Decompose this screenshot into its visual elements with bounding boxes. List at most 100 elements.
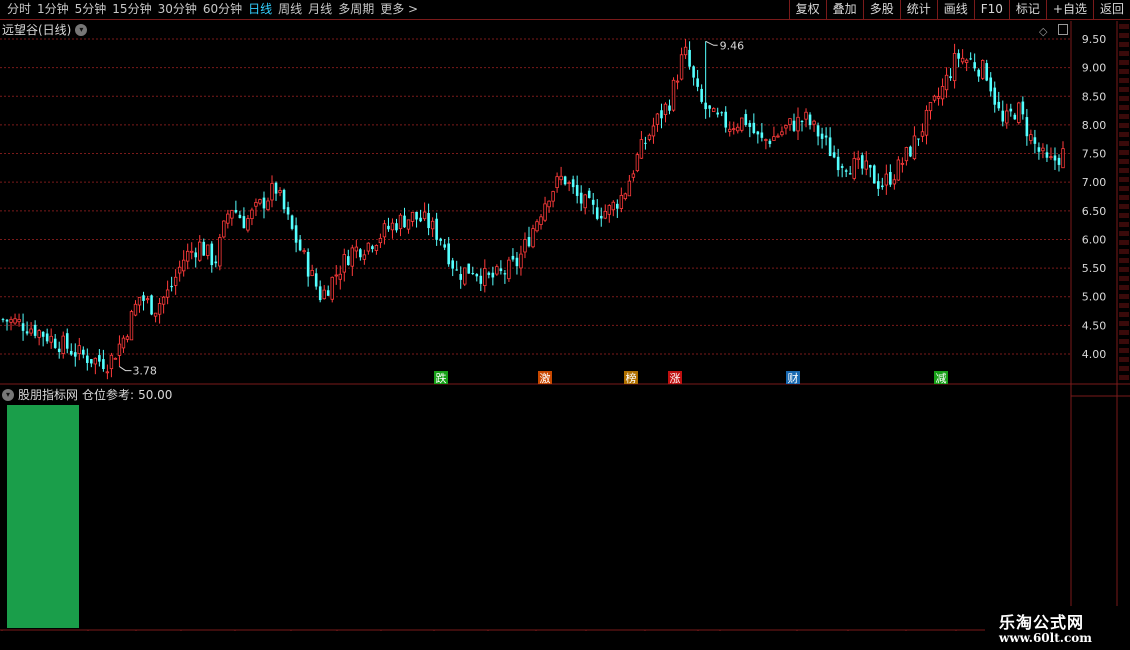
candle [314,268,318,290]
panel-toggle-icon[interactable] [1058,24,1068,35]
tool-button-6[interactable]: 标记 [1008,0,1046,20]
scale-strip [1119,249,1129,254]
candle-body [776,135,780,138]
candle-body [17,318,21,323]
candle-body [298,239,302,251]
candle-body [752,122,756,133]
candle [647,133,652,142]
candle [828,127,832,157]
position-ref-value: 50.00 [138,387,173,402]
event-tag-label: 涨 [670,372,681,385]
tool-button-4[interactable]: 画线 [936,0,974,20]
candle [796,107,800,140]
indicator-name[interactable]: 股朋指标网 [18,386,78,403]
candle [82,346,85,359]
candle-body [1,319,5,321]
candle-body [736,126,740,132]
candle-body [515,257,519,267]
indicator-header: ▾ 股朋指标网 仓位参考: 50.00 [2,387,172,402]
tab-1[interactable]: 1分钟 [34,0,72,20]
candle-body [836,156,840,171]
tool-button-8[interactable]: 返回 [1092,0,1130,20]
candle [824,127,828,146]
candle [877,173,880,196]
candle-body [350,247,355,267]
stock-name: 远望谷(日线) [2,23,72,37]
candle-body [25,331,29,334]
candle [5,318,9,331]
tool-button-3[interactable]: 统计 [899,0,937,20]
scale-strip [1119,114,1129,119]
y-tick-label: 7.00 [1082,176,1107,189]
candle-body [93,357,98,365]
candle [165,280,170,305]
candle [900,157,905,173]
candle [868,164,872,178]
stock-menu-chevron-icon[interactable]: ▾ [75,23,88,36]
candle [1041,143,1045,159]
candle [483,259,487,293]
tool-button-1[interactable]: 叠加 [825,0,863,20]
tool-button-0[interactable]: 复权 [788,0,826,20]
candle-body [266,200,270,211]
candle-body [142,295,145,301]
tab-9[interactable]: 多周期 [335,0,377,20]
candle-body [278,190,282,194]
kline-chart[interactable]: 9.50 9.00 8.50 8.00 7.50 7.00 6.50 6.00 5.50 5.00… [0,21,1130,631]
candle [539,213,543,230]
candle-body [238,214,242,219]
tab-10[interactable]: 更多 > [377,0,421,20]
tool-button-5[interactable]: F10 [973,0,1009,20]
scale-strip [1119,51,1129,56]
candle-body [587,190,591,198]
candle-body [595,207,599,219]
candle [69,343,73,356]
scale-strip [1119,258,1129,263]
candle-body [61,335,65,354]
candle [258,198,262,206]
candle-body [599,215,603,219]
tool-button-2[interactable]: 多股 [862,0,900,20]
tab-3[interactable]: 15分钟 [109,0,154,20]
tab-5[interactable]: 60分钟 [200,0,245,20]
tab-8[interactable]: 月线 [305,0,335,20]
candle [422,202,427,222]
candle [816,122,820,146]
candle-body [796,116,800,132]
candle-body [519,253,523,269]
candle-body [230,210,234,219]
candle-body [603,210,607,219]
tab-6[interactable]: 日线 [245,0,275,20]
candle-body [1029,134,1033,141]
candle-body [523,239,527,253]
candle-body [563,176,567,185]
candle-body [1005,110,1009,124]
candle [153,312,158,323]
candle-body [125,336,130,340]
scale-strip [1119,330,1129,335]
tab-0[interactable]: 分时 [4,0,34,20]
candle [772,126,776,141]
candle [909,145,912,158]
candle-body [254,202,258,207]
indicator-menu-chevron-icon[interactable]: ▾ [2,388,14,401]
candle [1057,154,1061,172]
candle [109,352,114,378]
candle-body [892,179,897,185]
candle [1045,144,1049,162]
candle-body [234,209,238,213]
tool-button-7[interactable]: +自选 [1045,0,1093,20]
candle [744,109,748,127]
diamond-icon[interactable]: ◇ [1039,25,1047,38]
candle [711,107,716,112]
tab-4[interactable]: 30分钟 [155,0,200,20]
candle [587,187,591,199]
tab-7[interactable]: 周线 [275,0,305,20]
candle [864,151,868,176]
tab-2[interactable]: 5分钟 [72,0,110,20]
candle [503,269,507,284]
candle-body [395,223,398,231]
candle-body [69,350,73,355]
candle-body [374,244,379,251]
candle-body [73,352,77,357]
